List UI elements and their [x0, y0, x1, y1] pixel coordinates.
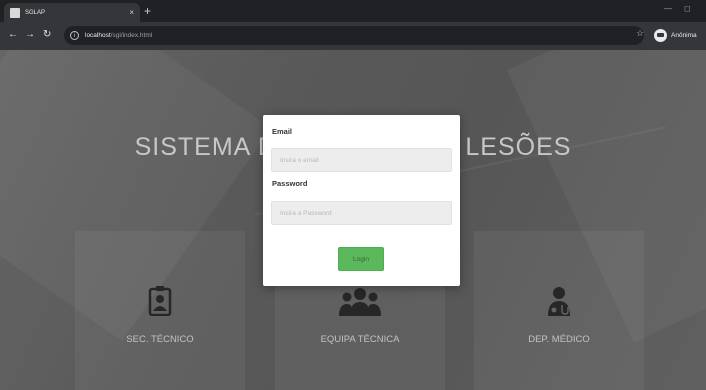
restore-icon[interactable]: ◻ — [684, 4, 691, 13]
browser-tabstrip: SGLAP × + — ◻ — [0, 0, 706, 22]
tab-title: SGLAP — [25, 9, 46, 16]
reload-icon[interactable]: ↻ — [43, 29, 51, 41]
browser-tab[interactable]: SGLAP × — [4, 3, 140, 22]
url-path: /sgl/index.html — [110, 32, 153, 39]
new-tab-button[interactable]: + — [144, 3, 151, 19]
email-label: Email — [272, 127, 293, 136]
login-button[interactable]: Login — [338, 247, 384, 271]
address-bar[interactable]: i localhost /sgl/index.html — [64, 26, 644, 45]
email-field[interactable] — [271, 148, 452, 172]
password-label: Password — [272, 179, 308, 188]
minimize-icon[interactable]: — — [664, 4, 672, 13]
profile-icon — [654, 29, 667, 42]
page-viewport: SISTEMA DE GESTÃO DE LESÕES SEC. TÉCNICO… — [0, 50, 706, 390]
profile-button[interactable]: Anônima — [654, 27, 697, 44]
back-icon[interactable]: ← — [8, 29, 18, 41]
password-field[interactable] — [271, 201, 452, 225]
tab-close-icon[interactable]: × — [129, 8, 134, 17]
forward-icon[interactable]: → — [25, 29, 35, 41]
login-modal: Email Password Login — [263, 115, 460, 286]
profile-name: Anônima — [671, 32, 697, 39]
favicon-icon — [10, 7, 20, 18]
star-icon[interactable]: ☆ — [636, 28, 644, 39]
browser-toolbar: ← → ↻ i localhost /sgl/index.html ☆ Anôn… — [0, 22, 706, 50]
url-host: localhost — [85, 32, 111, 39]
info-icon[interactable]: i — [70, 31, 79, 40]
